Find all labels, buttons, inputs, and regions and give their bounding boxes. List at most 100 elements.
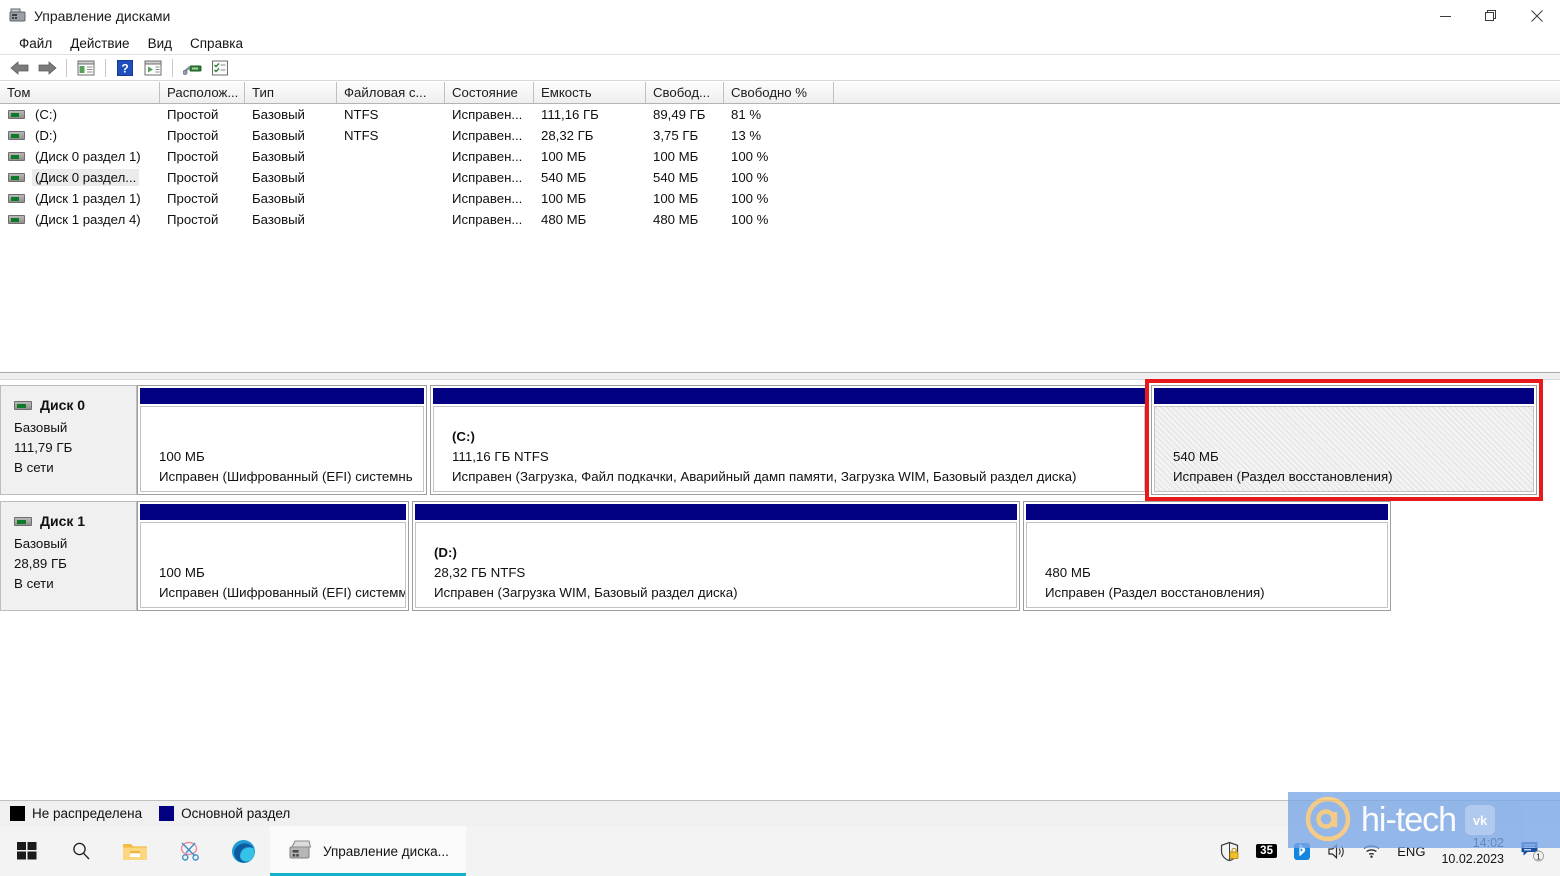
back-icon[interactable] <box>6 56 32 80</box>
search-icon[interactable] <box>54 826 108 876</box>
cell-status: Исправен... <box>452 107 523 122</box>
window-title: Управление дисками <box>34 8 171 24</box>
column-header-7[interactable]: Свободно % <box>724 82 834 103</box>
cell-volume: (Диск 0 раздел 1) <box>0 148 160 165</box>
disk-info-panel[interactable]: Диск 1 Базовый 28,89 ГБ В сети <box>0 501 137 611</box>
table-row[interactable]: (Диск 0 раздел 1) Простой Базовый Исправен.… <box>0 146 1560 167</box>
cell-volume: (Диск 1 раздел 1) <box>0 190 160 207</box>
pane-splitter[interactable] <box>0 372 1560 380</box>
menu-item-action[interactable]: Действие <box>61 35 138 52</box>
windows-start-icon[interactable] <box>0 826 54 876</box>
menu-item-file[interactable]: Файл <box>10 35 61 52</box>
cell-capacity: 28,32 ГБ <box>541 128 594 143</box>
help-icon[interactable]: ? <box>112 56 138 80</box>
disk-row: Диск 1 Базовый 28,89 ГБ В сети 100 МБ Исправе… <box>0 501 1560 611</box>
legend: Не распределена Основной раздел <box>0 800 1560 826</box>
legend-item-primary-partition: Основной раздел <box>159 806 290 821</box>
column-header-1[interactable]: Располож... <box>160 82 245 103</box>
disk-icon <box>14 400 32 410</box>
file-explorer-icon[interactable] <box>108 826 162 876</box>
partition-block[interactable]: (D:) 28,32 ГБ NTFS Исправен (Загрузка WIM,… <box>412 501 1020 611</box>
microsoft-edge-icon[interactable] <box>216 826 270 876</box>
clock-date: 10.02.2023 <box>1441 852 1504 866</box>
column-header-6[interactable]: Свобод... <box>646 82 724 103</box>
windows-security-icon[interactable] <box>1219 841 1240 862</box>
volume-icon[interactable] <box>1327 843 1346 860</box>
partition-details: 480 МБ Исправен (Раздел восстановления) <box>1026 522 1388 608</box>
snipping-tool-icon[interactable] <box>162 826 216 876</box>
column-header-2[interactable]: Тип <box>245 82 337 103</box>
partition-block[interactable]: 100 МБ Исправен (Шифрованный (EFI) систем… <box>137 501 409 611</box>
show-hide-console-tree-icon[interactable] <box>73 56 99 80</box>
menu-item-view[interactable]: Вид <box>139 35 181 52</box>
legend-item-unallocated: Не распределена <box>10 806 142 821</box>
cell-fs: NTFS <box>344 107 379 122</box>
bluetooth-icon[interactable] <box>1293 842 1311 861</box>
column-header-5[interactable]: Емкость <box>534 82 646 103</box>
partition-size: 100 МБ <box>159 565 205 580</box>
show-hide-action-pane-icon[interactable] <box>140 56 166 80</box>
disk-row: Диск 0 Базовый 111,79 ГБ В сети 100 МБ Исправ… <box>0 379 1560 501</box>
toolbar-separator-1 <box>66 58 67 77</box>
table-row[interactable]: (Диск 0 раздел... Простой Базовый Исправен.… <box>0 167 1560 188</box>
legend-label-primary-partition: Основной раздел <box>181 806 291 821</box>
title-bar: Управление дисками <box>0 0 1560 32</box>
cell-capacity: 100 МБ <box>541 191 587 206</box>
table-row[interactable]: (Диск 1 раздел 4) Простой Базовый Исправен.… <box>0 209 1560 230</box>
properties-icon[interactable] <box>207 56 233 80</box>
cell-fs: NTFS <box>344 128 379 143</box>
cell-free: 480 МБ <box>653 212 699 227</box>
battery-indicator[interactable]: 35 <box>1256 844 1278 858</box>
partition-block[interactable]: (C:) 111,16 ГБ NTFS Исправен (Загрузка, Фа… <box>430 385 1148 495</box>
cell-volume-label: (Диск 1 раздел 4) <box>35 212 141 227</box>
table-row[interactable]: (D:) Простой Базовый NTFS Исправен... 28,32 Г… <box>0 125 1560 146</box>
clock[interactable]: 14:02 10.02.2023 <box>1441 835 1504 867</box>
notifications-icon[interactable]: 1 <box>1520 839 1546 863</box>
forward-icon[interactable] <box>34 56 60 80</box>
taskbar-app-label: Управление диска... <box>323 843 449 859</box>
partition-color-bar <box>1026 504 1388 520</box>
cell-free_pct: 100 % <box>731 149 769 164</box>
cell-volume-label: (C:) <box>35 107 57 122</box>
partition-block[interactable]: 100 МБ Исправен (Шифрованный (EFI) систем… <box>137 385 427 495</box>
volume-list-body: (C:) Простой Базовый NTFS Исправен... 111,16 … <box>0 104 1560 230</box>
partition-color-bar <box>433 388 1145 404</box>
partition-block[interactable]: 540 МБ Исправен (Раздел восстановления) <box>1145 379 1543 501</box>
cell-free: 89,49 ГБ <box>653 107 706 122</box>
disk-info-panel[interactable]: Диск 0 Базовый 111,79 ГБ В сети <box>0 385 137 495</box>
column-header-3[interactable]: Файловая с... <box>337 82 445 103</box>
menu-item-help[interactable]: Справка <box>181 35 252 52</box>
wifi-icon[interactable] <box>1362 843 1381 859</box>
cell-free: 3,75 ГБ <box>653 128 699 143</box>
table-row[interactable]: (Диск 1 раздел 1) Простой Базовый Исправен.… <box>0 188 1560 209</box>
column-header-0[interactable]: Том <box>0 82 160 103</box>
partition-block[interactable]: 480 МБ Исправен (Раздел восстановления) <box>1023 501 1391 611</box>
column-header-4[interactable]: Состояние <box>445 82 534 103</box>
minimize-icon[interactable] <box>1422 0 1468 32</box>
partition-size: 111,16 ГБ NTFS <box>452 449 549 464</box>
volume-drive-icon <box>8 173 25 182</box>
column-header-8[interactable] <box>834 82 1560 103</box>
disk-title: Диск 1 <box>14 513 136 529</box>
cell-free_pct: 100 % <box>731 170 769 185</box>
cell-type: Базовый <box>252 128 305 143</box>
rescan-disks-icon[interactable] <box>179 56 205 80</box>
language-indicator[interactable]: ENG <box>1397 844 1425 859</box>
cell-type: Базовый <box>252 212 305 227</box>
disk-name: Диск 0 <box>40 397 86 413</box>
close-icon[interactable] <box>1514 0 1560 32</box>
cell-volume-label: (Диск 0 раздел... <box>32 169 140 186</box>
cell-volume: (C:) <box>0 106 160 123</box>
disk-icon <box>14 516 32 526</box>
legend-label-unallocated: Не распределена <box>32 806 143 821</box>
cell-volume-label: (Диск 0 раздел 1) <box>35 149 141 164</box>
partition-color-bar <box>140 504 406 520</box>
partition-status: Исправен (Загрузка, Файл подкачки, Авари… <box>452 469 1077 484</box>
partition-color-bar <box>1154 388 1534 404</box>
taskbar: Управление диска... 35 ENG 14:02 10.02.2… <box>0 826 1560 876</box>
table-row[interactable]: (C:) Простой Базовый NTFS Исправен... 111,16 … <box>0 104 1560 125</box>
taskbar-app-disk-management[interactable]: Управление диска... <box>270 826 466 876</box>
partition-details: 100 МБ Исправен (Шифрованный (EFI) систем… <box>140 406 424 492</box>
cell-free_pct: 100 % <box>731 191 769 206</box>
restore-icon[interactable] <box>1468 0 1514 32</box>
